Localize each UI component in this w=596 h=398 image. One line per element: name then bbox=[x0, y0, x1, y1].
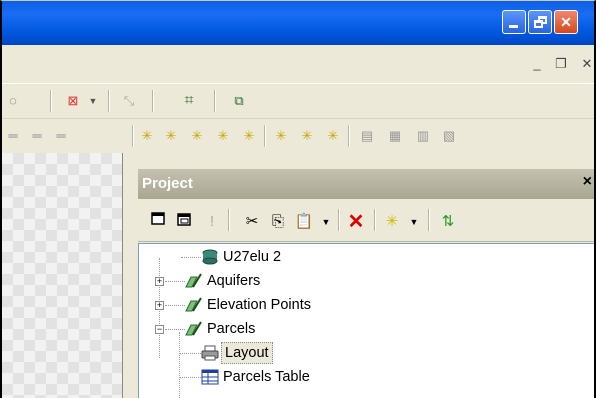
toolbar-separator bbox=[374, 209, 376, 231]
arrange-icon: ▦ bbox=[388, 128, 402, 143]
expand-icon[interactable]: + bbox=[155, 301, 164, 310]
menu-strip: _ ❐ ✕ bbox=[2, 45, 594, 84]
chevron-down-icon[interactable]: ▼ bbox=[404, 212, 424, 232]
mdi-close-button[interactable]: ✕ bbox=[580, 57, 594, 71]
tree-item-elevation-points[interactable]: + Elevation Points bbox=[139, 294, 439, 316]
tree-connector bbox=[181, 257, 201, 258]
frame-icon[interactable]: ⧉ bbox=[230, 92, 248, 110]
tree-connector bbox=[165, 281, 185, 282]
add-layer-icon[interactable]: ✳ bbox=[382, 212, 402, 232]
close-icon: ✕ bbox=[581, 56, 593, 71]
toolbar-separator bbox=[338, 209, 340, 231]
restore-icon: ❐ bbox=[555, 56, 567, 71]
paste-icon[interactable]: 📋 bbox=[294, 212, 314, 232]
tree-item-parcels-table[interactable]: Parcels Table bbox=[139, 366, 439, 388]
toolbar-row-2: ═ ═ ═ ✳ ✳ ✳ ✳ ✳ ✳ ✳ ✳ ▤ ▦ ▥ ▧ bbox=[2, 119, 594, 153]
project-panel: Project × ! ✂ ⎘ 📋 ▼ ✕ ✳ ▼ ⇅ U27elu 2 + A… bbox=[138, 169, 594, 398]
close-button[interactable]: ✕ bbox=[554, 10, 578, 34]
tree-connector bbox=[179, 377, 201, 378]
add-list-icon[interactable]: ✳ bbox=[272, 127, 290, 145]
tree-connector bbox=[165, 329, 185, 330]
toolbar-separator bbox=[132, 125, 134, 147]
printer-icon bbox=[201, 345, 219, 361]
tree-item-label: Aquifers bbox=[207, 273, 261, 289]
tree-item-root[interactable]: U27elu 2 bbox=[139, 246, 439, 268]
tree-item-label: Parcels Table bbox=[223, 369, 310, 385]
project-toolbar: ! ✂ ⎘ 📋 ▼ ✕ ✳ ▼ ⇅ bbox=[138, 201, 594, 242]
table-icon bbox=[201, 369, 219, 385]
tree-item-aquifers[interactable]: + Aquifers bbox=[139, 270, 439, 292]
add-legend-icon[interactable]: ✳ bbox=[214, 127, 232, 145]
layer-edit-icon bbox=[185, 321, 203, 337]
title-bar[interactable]: ✕ bbox=[2, 1, 594, 45]
close-icon[interactable]: × bbox=[583, 173, 592, 191]
project-tree[interactable]: U27elu 2 + Aquifers + Elevation Points −… bbox=[138, 243, 594, 398]
layer-edit-icon bbox=[185, 273, 203, 289]
toolbar-separator bbox=[152, 90, 154, 112]
tree-item-label: Elevation Points bbox=[207, 297, 311, 313]
toolbar-separator bbox=[50, 90, 52, 112]
order-icon: ▧ bbox=[442, 128, 456, 143]
align-right-icon[interactable]: ═ bbox=[52, 127, 70, 145]
distribute-icon: ▤ bbox=[360, 128, 374, 143]
collapse-icon[interactable]: − bbox=[155, 325, 164, 334]
group-icon: ▥ bbox=[416, 128, 430, 143]
add-point-icon[interactable]: ✳ bbox=[138, 127, 156, 145]
toolbar-separator bbox=[348, 125, 350, 147]
splitter[interactable] bbox=[123, 153, 137, 398]
delete-icon[interactable]: ✕ bbox=[346, 212, 366, 232]
close-icon: ✕ bbox=[560, 14, 572, 30]
restore-button[interactable] bbox=[528, 10, 552, 34]
mdi-restore-button[interactable]: ❐ bbox=[554, 57, 568, 71]
align-center-icon[interactable]: ═ bbox=[28, 127, 46, 145]
toolbar-separator bbox=[428, 209, 430, 231]
toolbar-separator bbox=[228, 209, 230, 231]
copy-icon[interactable]: ⎘ bbox=[268, 212, 288, 232]
add-arrow-icon[interactable]: ✳ bbox=[324, 127, 342, 145]
toolbar-separator bbox=[108, 90, 110, 112]
restore-icon-front bbox=[534, 20, 543, 28]
tree-item-parcels[interactable]: − Parcels bbox=[139, 318, 439, 340]
minimize-icon: _ bbox=[533, 56, 541, 71]
project-panel-header[interactable]: Project × bbox=[138, 169, 594, 199]
minimize-button[interactable] bbox=[502, 10, 526, 34]
select-tool-icon[interactable]: ◌ bbox=[4, 92, 22, 110]
tree-item-layout[interactable]: Layout bbox=[139, 342, 439, 364]
layer-edit-icon bbox=[185, 297, 203, 313]
tree-connector bbox=[179, 353, 201, 354]
minimize-icon bbox=[509, 25, 518, 28]
align-left-icon[interactable]: ═ bbox=[4, 127, 22, 145]
add-frame-icon[interactable]: ✳ bbox=[188, 127, 206, 145]
toolbar-separator bbox=[264, 125, 266, 147]
expand-icon[interactable]: + bbox=[155, 277, 164, 286]
toolbar-row-1: ◌ ⊠ ▼ ⤡ ⌗ ⧉ bbox=[2, 84, 594, 119]
chevron-down-icon[interactable]: ▼ bbox=[84, 92, 102, 110]
refresh-icon[interactable]: ⇅ bbox=[438, 212, 458, 232]
new-window-icon[interactable] bbox=[148, 212, 168, 232]
tree-item-label: Parcels bbox=[207, 321, 256, 337]
tree-item-label: U27elu 2 bbox=[223, 249, 282, 265]
add-text-icon[interactable]: ✳ bbox=[240, 127, 258, 145]
application-window: ✕ _ ❐ ✕ ◌ ⊠ ▼ ⤡ ⌗ ⧉ ═ ═ ═ ✳ ✳ ✳ ✳ ✳ ✳ ✳ … bbox=[0, 0, 596, 398]
database-icon bbox=[201, 249, 219, 265]
cut-icon[interactable]: ✂ bbox=[242, 212, 262, 232]
chevron-down-icon[interactable]: ▼ bbox=[316, 212, 336, 232]
tree-connector bbox=[165, 305, 185, 306]
map-canvas[interactable] bbox=[2, 153, 123, 398]
zoom-disabled-icon: ⤡ bbox=[123, 93, 135, 108]
grid-icon[interactable]: ⌗ bbox=[180, 92, 198, 110]
mdi-minimize-button[interactable]: _ bbox=[530, 57, 544, 71]
tree-item-label: Layout bbox=[221, 342, 273, 364]
project-panel-title: Project bbox=[142, 175, 193, 192]
toolbar-separator bbox=[214, 90, 216, 112]
add-vertex-icon[interactable]: ✳ bbox=[162, 127, 180, 145]
add-cross-icon[interactable]: ✳ bbox=[298, 127, 316, 145]
clear-selection-icon[interactable]: ⊠ bbox=[64, 92, 82, 110]
cascade-icon[interactable] bbox=[174, 212, 194, 232]
properties-icon: ! bbox=[209, 213, 215, 230]
